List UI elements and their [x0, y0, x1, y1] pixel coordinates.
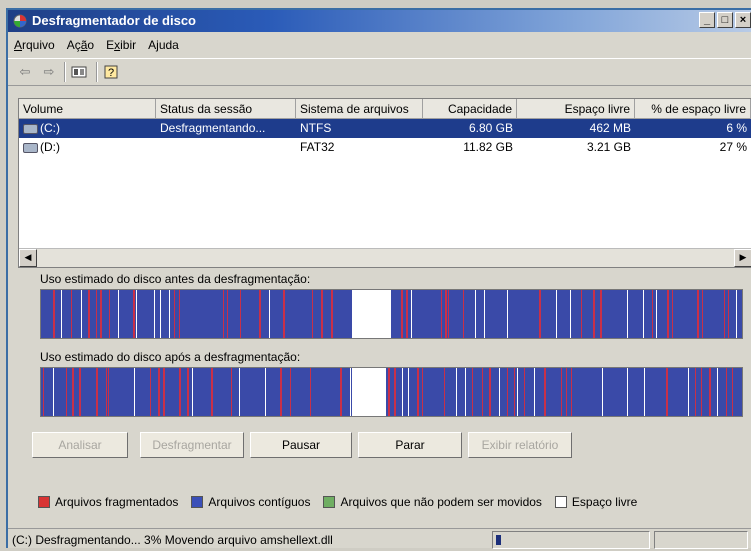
table-row-d[interactable]: (D:) FAT32 11.82 GB 3.21 GB 27 %	[19, 138, 751, 157]
view-report-button[interactable]: Exibir relatório	[468, 432, 572, 458]
before-map-label: Uso estimado do disco antes da desfragme…	[40, 272, 311, 286]
col-volume[interactable]: Volume	[19, 99, 156, 119]
table-row-c[interactable]: (C:) Desfragmentando... NTFS 6.80 GB 462…	[19, 119, 751, 138]
scroll-left-icon[interactable]: ◀	[19, 249, 37, 267]
legend-free-space: Espaço livre	[554, 495, 637, 509]
legend-unmovable: Arquivos que não podem ser movidos	[323, 495, 542, 509]
drive-icon	[23, 142, 38, 153]
defragment-button[interactable]: Desfragmentar	[140, 432, 244, 458]
window-title: Desfragmentador de disco	[32, 13, 196, 28]
col-filesystem[interactable]: Sistema de arquivos	[296, 99, 423, 119]
menu-arquivo[interactable]: Arquivo	[8, 34, 61, 56]
before-usage-map	[40, 289, 743, 339]
close-button[interactable]: ×	[735, 12, 751, 28]
minimize-button[interactable]: _	[699, 12, 715, 28]
svg-text:?: ?	[108, 67, 114, 79]
menu-ajuda[interactable]: Ajuda	[142, 34, 185, 56]
col-free-space[interactable]: Espaço livre	[517, 99, 635, 119]
progress-bar	[492, 531, 650, 549]
menu-bar: Arquivo Ação Exibir Ajuda	[8, 34, 751, 56]
defrag-app-icon	[13, 14, 27, 28]
defrag-window: Desfragmentador de disco _ □ × Arquivo A…	[6, 8, 751, 549]
scroll-right-icon[interactable]: ▶	[734, 249, 751, 267]
col-capacity[interactable]: Capacidade	[423, 99, 517, 119]
volume-list-header: Volume Status da sessão Sistema de arqui…	[19, 99, 751, 119]
forward-arrow-icon[interactable]: ⇨	[40, 63, 58, 81]
horizontal-scrollbar[interactable]: ◀ ▶	[19, 248, 751, 267]
after-usage-map	[40, 367, 743, 417]
menu-exibir[interactable]: Exibir	[100, 34, 142, 56]
stop-button[interactable]: Parar	[358, 432, 462, 458]
properties-icon[interactable]	[70, 63, 88, 81]
after-map-label: Uso estimado do disco após a desfragment…	[40, 350, 301, 364]
help-icon[interactable]: ?	[103, 63, 121, 81]
menu-acao[interactable]: Ação	[61, 34, 100, 56]
drive-icon	[23, 123, 38, 134]
col-status[interactable]: Status da sessão	[156, 99, 296, 119]
maximize-button[interactable]: □	[717, 12, 733, 28]
status-panel-empty	[654, 531, 748, 549]
volume-list: Volume Status da sessão Sistema de arqui…	[18, 98, 751, 268]
pause-button[interactable]: Pausar	[250, 432, 352, 458]
legend: Arquivos fragmentados Arquivos contíguos…	[38, 495, 650, 509]
progress-fill	[496, 535, 501, 545]
legend-contiguous: Arquivos contíguos	[191, 495, 310, 509]
status-text: (C:) Desfragmentando... 3% Movendo arqui…	[12, 533, 333, 547]
analyze-button[interactable]: Analisar	[32, 432, 128, 458]
legend-fragmented: Arquivos fragmentados	[38, 495, 178, 509]
col-free-percent[interactable]: % de espaço livre	[635, 99, 751, 119]
toolbar: ⇦ ⇨ ?	[8, 58, 751, 86]
back-arrow-icon[interactable]: ⇦	[16, 63, 34, 81]
title-bar[interactable]: Desfragmentador de disco _ □ ×	[8, 10, 751, 32]
